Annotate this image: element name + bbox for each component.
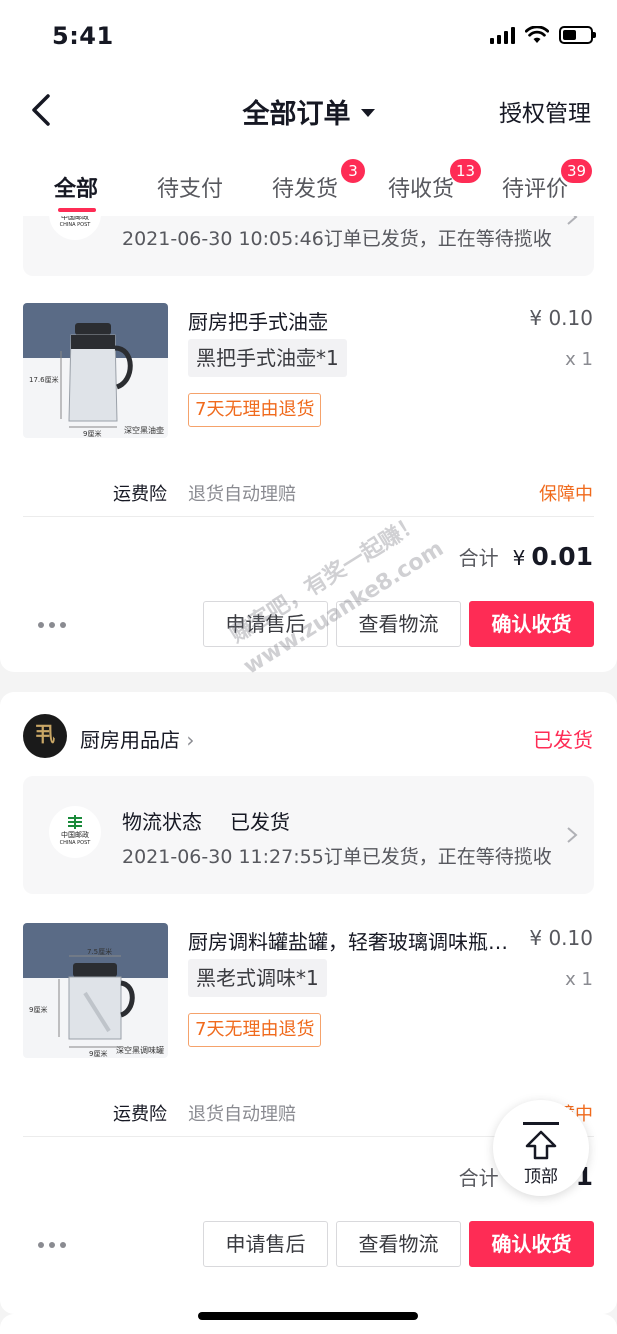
- image-dim-width: 9厘米: [83, 430, 102, 438]
- pending-shipment-badge: 3: [341, 159, 365, 183]
- caret-down-icon: [360, 108, 375, 117]
- tab-pending-review[interactable]: 待评价: [502, 171, 568, 203]
- product-price: ¥ 0.10: [529, 926, 593, 950]
- insurance-label: 运费险: [113, 484, 167, 505]
- image-caption: 深空黑油壶: [124, 426, 164, 435]
- product-variant: 黑把手式油壶*1: [188, 339, 347, 377]
- order-total: 合计 ¥ 0.01: [458, 542, 593, 571]
- shop-name[interactable]: 厨房用品店 ›: [80, 724, 194, 753]
- more-options-icon[interactable]: [38, 1242, 66, 1248]
- logistics-detail: 2021-06-30 10:05:46订单已发货，正在等待揽收: [122, 228, 552, 250]
- home-indicator: [198, 1312, 418, 1320]
- status-bar: 5:41: [0, 0, 617, 76]
- arrow-up-icon: [525, 1130, 557, 1160]
- chevron-right-icon: [567, 827, 578, 843]
- order-tabs: 全部 待支付 待发货 3 待收货 13 待评价 39: [0, 146, 617, 216]
- product-quantity: x 1: [565, 969, 593, 990]
- back-to-top-label: 顶部: [524, 1167, 558, 1187]
- more-options-icon[interactable]: [38, 622, 66, 628]
- product-title[interactable]: 厨房把手式油壶: [188, 306, 518, 335]
- tab-pending-receipt[interactable]: 待收货: [388, 171, 454, 203]
- product-price: ¥ 0.10: [529, 306, 593, 330]
- order-card: 中国邮政 CHINA POST 2021-06-30 10:05:46订单已发货…: [0, 216, 617, 672]
- view-logistics-button[interactable]: 查看物流: [336, 1221, 461, 1267]
- confirm-receipt-button[interactable]: 确认收货: [469, 601, 594, 647]
- china-post-logo: 中国邮政 CHINA POST: [49, 216, 101, 240]
- chevron-right-icon: [567, 216, 578, 225]
- product-image[interactable]: 7.5厘米 9厘米 9厘米 深空黑调味罐: [23, 923, 168, 1058]
- product-variant: 黑老式调味*1: [188, 959, 327, 997]
- cellular-signal-icon: [490, 26, 515, 44]
- page-title: 全部订单: [242, 99, 351, 130]
- return-policy-tag: 7天无理由退货: [188, 393, 322, 427]
- image-dim-top: 7.5厘米: [87, 948, 113, 956]
- tab-pending-payment[interactable]: 待支付: [157, 171, 223, 203]
- logistics-box[interactable]: 中国邮政 CHINA POST 物流状态 已发货 2021-06-30 11:27…: [23, 776, 594, 894]
- order-status: 已发货: [533, 728, 593, 752]
- image-dim-height: 17.6厘米: [29, 376, 59, 384]
- back-to-top-button[interactable]: 顶部: [493, 1100, 589, 1196]
- china-post-emblem-icon: [68, 815, 82, 829]
- view-logistics-button[interactable]: 查看物流: [336, 601, 461, 647]
- product-quantity: x 1: [565, 349, 593, 370]
- total-amount: 0.01: [531, 542, 593, 571]
- confirm-receipt-button[interactable]: 确认收货: [469, 1221, 594, 1267]
- product-image[interactable]: 17.6厘米 9厘米 深空黑油壶: [23, 303, 168, 438]
- logistics-detail: 2021-06-30 11:27:55订单已发货，正在等待揽收: [122, 846, 552, 868]
- logistics-status: 物流状态 已发货: [122, 810, 290, 834]
- battery-icon: [559, 26, 596, 44]
- status-time: 5:41: [52, 22, 114, 50]
- tab-active-indicator: [58, 208, 96, 212]
- tab-pending-shipment[interactable]: 待发货: [272, 171, 338, 203]
- china-post-logo: 中国邮政 CHINA POST: [49, 806, 101, 858]
- oil-bottle-image: [23, 303, 168, 438]
- insurance-status: 保障中: [539, 484, 593, 505]
- logistics-box[interactable]: 中国邮政 CHINA POST 2021-06-30 10:05:46订单已发货…: [23, 216, 594, 276]
- image-dim-height: 9厘米: [29, 1006, 48, 1014]
- divider: [23, 516, 594, 517]
- insurance-desc: 退货自动理赔: [188, 484, 296, 505]
- after-sale-button[interactable]: 申请售后: [203, 601, 328, 647]
- insurance-desc: 退货自动理赔: [188, 1104, 296, 1125]
- tab-all[interactable]: 全部: [54, 171, 98, 203]
- wifi-icon: [525, 26, 549, 43]
- chevron-right-icon: ›: [186, 728, 195, 752]
- image-dim-bottom: 9厘米: [89, 1050, 108, 1058]
- spice-jar-image: [23, 923, 168, 1058]
- pending-review-badge: 39: [561, 159, 593, 183]
- shop-avatar[interactable]: 丮: [23, 714, 67, 758]
- image-caption: 深空黑调味罐: [116, 1046, 164, 1055]
- pending-receipt-badge: 13: [450, 159, 482, 183]
- nav-bar: 全部订单 授权管理: [0, 76, 617, 146]
- status-icons: [490, 26, 596, 44]
- order-card: 丮 厨房用品店 › 已发货 中国邮政 CHINA POST 物流状态 已发货 20…: [0, 692, 617, 1314]
- return-policy-tag: 7天无理由退货: [188, 1013, 322, 1047]
- authorization-management-link[interactable]: 授权管理: [499, 94, 591, 128]
- after-sale-button[interactable]: 申请售后: [203, 1221, 328, 1267]
- product-title[interactable]: 厨房调料罐盐罐，轻奢玻璃调味瓶组合套装: [188, 926, 518, 955]
- insurance-label: 运费险: [113, 1104, 167, 1125]
